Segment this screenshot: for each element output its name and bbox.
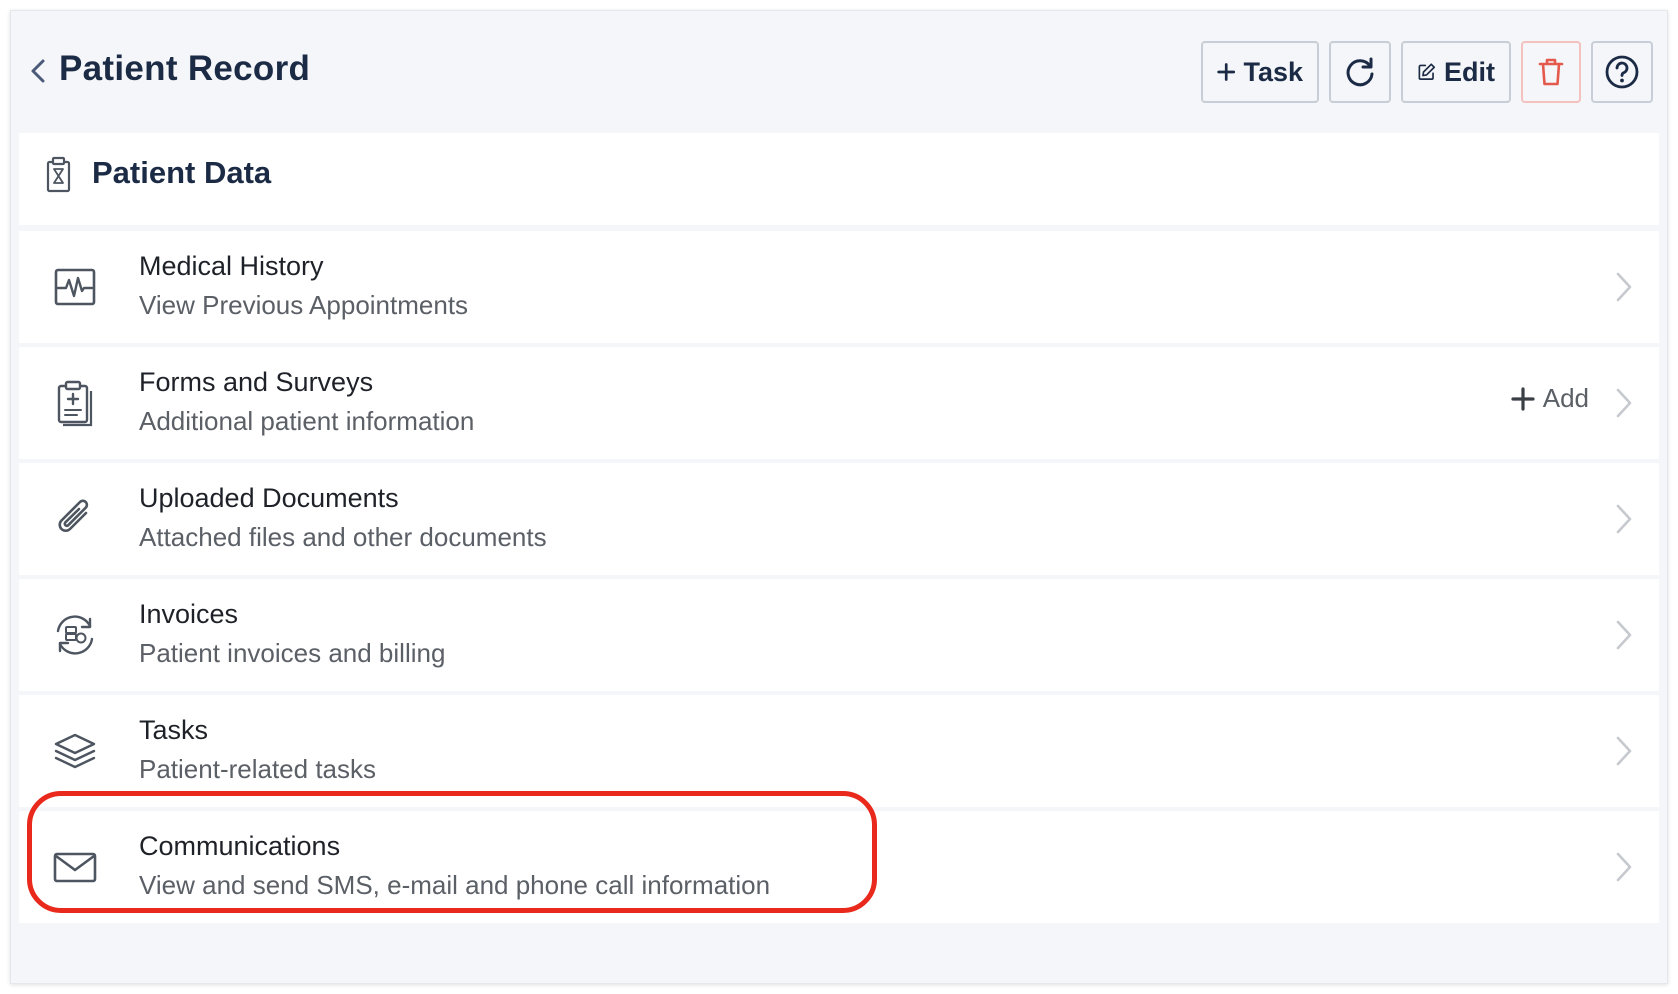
list-item-title: Uploaded Documents	[139, 483, 399, 513]
section-header: Patient Data	[19, 133, 1659, 225]
refresh-button[interactable]	[1329, 41, 1391, 103]
list-item-medical-history[interactable]: Medical History View Previous Appointmen…	[19, 231, 1659, 343]
header-toolbar: Task Edit	[1201, 41, 1653, 103]
refresh-icon	[1346, 57, 1374, 87]
help-button[interactable]	[1591, 41, 1653, 103]
add-task-button[interactable]: Task	[1201, 41, 1319, 103]
patient-data-card: Patient Data Medical History View Previo…	[19, 133, 1659, 981]
chevron-right-icon	[1616, 504, 1632, 534]
edit-label: Edit	[1444, 56, 1495, 87]
page-header: Patient Record Task Edit	[11, 11, 1667, 131]
edit-icon	[1418, 63, 1436, 80]
list-item-title: Invoices	[139, 599, 239, 629]
layers-icon	[54, 733, 96, 769]
list-item-forms-and-surveys[interactable]: Forms and Surveys Additional patient inf…	[19, 347, 1659, 459]
heartbeat-monitor-icon	[54, 268, 96, 306]
chevron-left-icon	[31, 59, 45, 83]
list-item-tasks[interactable]: Tasks Patient-related tasks	[19, 695, 1659, 807]
add-task-label: Task	[1243, 56, 1303, 87]
list-item-subtitle: Patient invoices and billing	[139, 638, 446, 668]
patient-record-window: Patient Record Task Edit Patient Data Me…	[10, 10, 1668, 984]
edit-button[interactable]: Edit	[1401, 41, 1511, 103]
help-circle-icon	[1605, 55, 1639, 89]
envelope-icon	[53, 852, 97, 883]
chevron-right-icon	[1616, 736, 1632, 766]
plus-icon	[1511, 386, 1535, 411]
list-item-subtitle: Attached files and other documents	[139, 522, 547, 552]
billing-cycle-icon	[56, 615, 94, 655]
section-title: Patient Data	[92, 155, 272, 190]
list-item-subtitle: Additional patient information	[139, 406, 475, 436]
trash-icon	[1538, 58, 1564, 86]
list-item-subtitle: View and send SMS, e-mail and phone call…	[139, 870, 771, 900]
list-item-subtitle: Patient-related tasks	[139, 754, 377, 784]
chevron-right-icon	[1616, 388, 1632, 418]
list-item-invoices[interactable]: Invoices Patient invoices and billing	[19, 579, 1659, 691]
medical-clipboard-icon	[57, 380, 93, 427]
list-item-title: Medical History	[139, 251, 324, 281]
list-item-title: Forms and Surveys	[139, 367, 374, 397]
clipboard-icon	[46, 156, 71, 193]
list-item-subtitle: View Previous Appointments	[139, 290, 469, 320]
list-item-title: Communications	[139, 831, 341, 861]
add-form-label: Add	[1542, 383, 1589, 413]
chevron-right-icon	[1616, 272, 1632, 302]
list-item-communications[interactable]: Communications View and send SMS, e-mail…	[19, 811, 1659, 923]
chevron-right-icon	[1616, 852, 1632, 882]
list-item-title: Tasks	[139, 715, 209, 745]
delete-button[interactable]	[1521, 41, 1581, 103]
chevron-right-icon	[1616, 620, 1632, 650]
back-button[interactable]	[25, 55, 53, 87]
plus-icon	[1217, 63, 1236, 81]
list-item-uploaded-documents[interactable]: Uploaded Documents Attached files and ot…	[19, 463, 1659, 575]
add-form-button[interactable]: Add	[1511, 383, 1589, 414]
paperclip-icon	[58, 499, 89, 532]
page-title: Patient Record	[59, 49, 311, 88]
